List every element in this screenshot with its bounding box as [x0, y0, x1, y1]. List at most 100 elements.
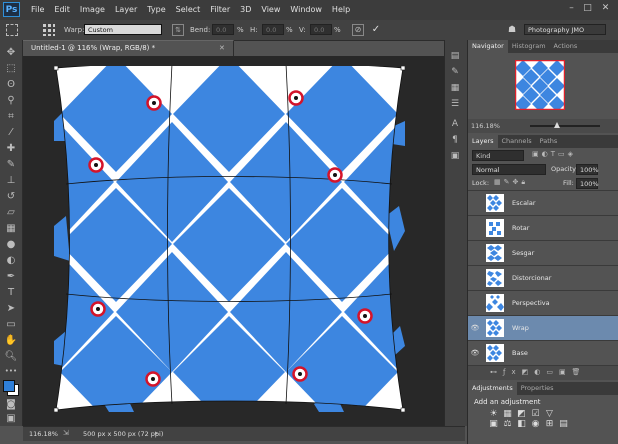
export-icon[interactable]: ⇲: [63, 429, 69, 437]
transform-tool-icon[interactable]: [6, 24, 18, 36]
brightness-icon[interactable]: ☀: [488, 409, 499, 419]
quick-select-tool-icon[interactable]: ⚲: [4, 94, 18, 108]
document-info[interactable]: 500 px x 500 px (72 ppi): [83, 430, 163, 438]
layer-escalar[interactable]: Escalar: [468, 191, 618, 216]
blur-tool-icon[interactable]: ●: [4, 238, 18, 252]
marquee-tool-icon[interactable]: ⬚: [4, 62, 18, 76]
reference-point-icon[interactable]: [42, 23, 56, 37]
h-distortion-field[interactable]: 0.0: [262, 24, 284, 35]
warp-orientation-icon[interactable]: ⇅: [172, 24, 184, 36]
brush-tool-icon[interactable]: ✎: [4, 158, 18, 172]
lock-icons[interactable]: ▦✎✥🔒︎: [494, 178, 528, 187]
photo-filter-icon[interactable]: ◉: [530, 419, 541, 429]
fill-field[interactable]: 100%: [576, 178, 599, 189]
visibility-toggle[interactable]: [468, 249, 482, 257]
menu-filter[interactable]: Filter: [205, 0, 235, 20]
black-white-icon[interactable]: ◧: [516, 419, 527, 429]
layer-distorcionar[interactable]: Distorcionar: [468, 266, 618, 291]
document-tab[interactable]: Untitled-1 @ 116% (Wrap, RGB/8) * ✕: [23, 40, 234, 56]
menu-edit[interactable]: Edit: [49, 0, 75, 20]
zoom-slider-thumb[interactable]: [554, 122, 560, 128]
minimize-button[interactable]: –: [566, 3, 577, 14]
menu-image[interactable]: Image: [75, 0, 110, 20]
eraser-tool-icon[interactable]: ▱: [4, 206, 18, 220]
pen-tool-icon[interactable]: ✒: [4, 270, 18, 284]
exposure-icon[interactable]: ☑: [530, 409, 541, 419]
layer-sesgar[interactable]: Sesgar: [468, 241, 618, 266]
color-lookup-icon[interactable]: ▤: [558, 419, 569, 429]
tab-paths[interactable]: Paths: [536, 135, 562, 148]
visibility-toggle[interactable]: [468, 199, 482, 207]
eye-icon[interactable]: 👁︎: [468, 324, 482, 332]
maximize-button[interactable]: □: [582, 3, 593, 14]
menu-select[interactable]: Select: [171, 0, 206, 20]
warp-style-dropdown[interactable]: Custom: [84, 24, 162, 35]
close-button[interactable]: ✕: [600, 3, 611, 14]
bend-field[interactable]: 0.0: [212, 24, 234, 35]
menu-file[interactable]: File: [26, 0, 49, 20]
clone-source-icon[interactable]: ▦: [448, 82, 462, 94]
color-balance-icon[interactable]: ⚖: [502, 419, 513, 429]
tab-layers[interactable]: Layers: [468, 135, 498, 148]
layer-base[interactable]: 👁︎ Base: [468, 341, 618, 366]
layer-action-icons[interactable]: ⊷ƒx◩◐▭▣🗑︎: [490, 368, 586, 376]
hand-tool-icon[interactable]: ✋: [4, 334, 18, 348]
brush-panel-icon[interactable]: ✎: [448, 66, 462, 78]
navigator-preview[interactable]: [515, 60, 565, 110]
menu-view[interactable]: View: [256, 0, 285, 20]
vibrance-icon[interactable]: ▽: [544, 409, 555, 419]
tab-histogram[interactable]: Histogram: [508, 40, 550, 53]
eye-icon[interactable]: 👁︎: [468, 349, 482, 357]
v-distortion-field[interactable]: 0.0: [310, 24, 332, 35]
history-panel-icon[interactable]: ▤: [448, 50, 462, 62]
layer-perspectiva[interactable]: Perspectiva: [468, 291, 618, 316]
menu-3d[interactable]: 3D: [235, 0, 256, 20]
channel-mixer-icon[interactable]: ⊞: [544, 419, 555, 429]
visibility-toggle[interactable]: [468, 224, 482, 232]
type-tool-icon[interactable]: T: [4, 286, 18, 300]
blend-mode-dropdown[interactable]: Normal: [472, 164, 546, 175]
character-panel-icon[interactable]: A: [448, 118, 462, 130]
healing-brush-icon[interactable]: ✚: [4, 142, 18, 156]
zoom-tool-icon[interactable]: 🔍︎: [4, 350, 18, 364]
curves-icon[interactable]: ◩: [516, 409, 527, 419]
dodge-tool-icon[interactable]: ◐: [4, 254, 18, 268]
menu-type[interactable]: Type: [142, 0, 170, 20]
gradient-tool-icon[interactable]: ▦: [4, 222, 18, 236]
levels-icon[interactable]: ▦: [502, 409, 513, 419]
menu-layer[interactable]: Layer: [110, 0, 142, 20]
navigator-zoom-slider[interactable]: [530, 125, 600, 127]
more-tools-icon[interactable]: •••: [4, 364, 18, 378]
zoom-level[interactable]: 116.18%: [29, 430, 58, 438]
tab-actions[interactable]: Actions: [550, 40, 582, 53]
filter-icons[interactable]: ▣◐T▭◈: [532, 150, 576, 158]
clone-stamp-icon[interactable]: ⊥: [4, 174, 18, 188]
commit-transform-icon[interactable]: ✓: [370, 24, 382, 36]
navigator-zoom[interactable]: 116.18%: [471, 122, 500, 130]
layer-wrap[interactable]: 👁︎ Wrap: [468, 316, 618, 341]
quick-mask-icon[interactable]: ◙: [4, 398, 18, 412]
screen-mode-icon[interactable]: ▣: [4, 412, 18, 426]
layer-filter-dropdown[interactable]: Kind: [472, 150, 524, 161]
eyedropper-tool-icon[interactable]: ⁄: [4, 126, 18, 140]
menu-help[interactable]: Help: [327, 0, 355, 20]
opacity-field[interactable]: 100%: [576, 164, 599, 175]
adjust-panel-icon[interactable]: ☰: [448, 98, 462, 110]
visibility-toggle[interactable]: [468, 299, 482, 307]
move-tool-icon[interactable]: ✥: [4, 46, 18, 60]
notes-panel-icon[interactable]: ▣: [448, 150, 462, 162]
workspace-icon[interactable]: ☗: [506, 24, 518, 36]
crop-tool-icon[interactable]: ⌗: [4, 110, 18, 124]
foreground-color-swatch[interactable]: [3, 380, 15, 392]
warped-pattern-canvas[interactable]: [54, 66, 405, 412]
layer-rotar[interactable]: Rotar: [468, 216, 618, 241]
tab-adjustments[interactable]: Adjustments: [468, 382, 517, 395]
history-brush-icon[interactable]: ↺: [4, 190, 18, 204]
info-arrow-icon[interactable]: ▸: [155, 429, 159, 437]
menu-window[interactable]: Window: [285, 0, 327, 20]
visibility-toggle[interactable]: [468, 274, 482, 282]
tab-properties[interactable]: Properties: [517, 382, 558, 395]
workspace-dropdown[interactable]: Photography JMO: [524, 24, 606, 35]
tab-channels[interactable]: Channels: [498, 135, 536, 148]
hue-saturation-icon[interactable]: ▣: [488, 419, 499, 429]
